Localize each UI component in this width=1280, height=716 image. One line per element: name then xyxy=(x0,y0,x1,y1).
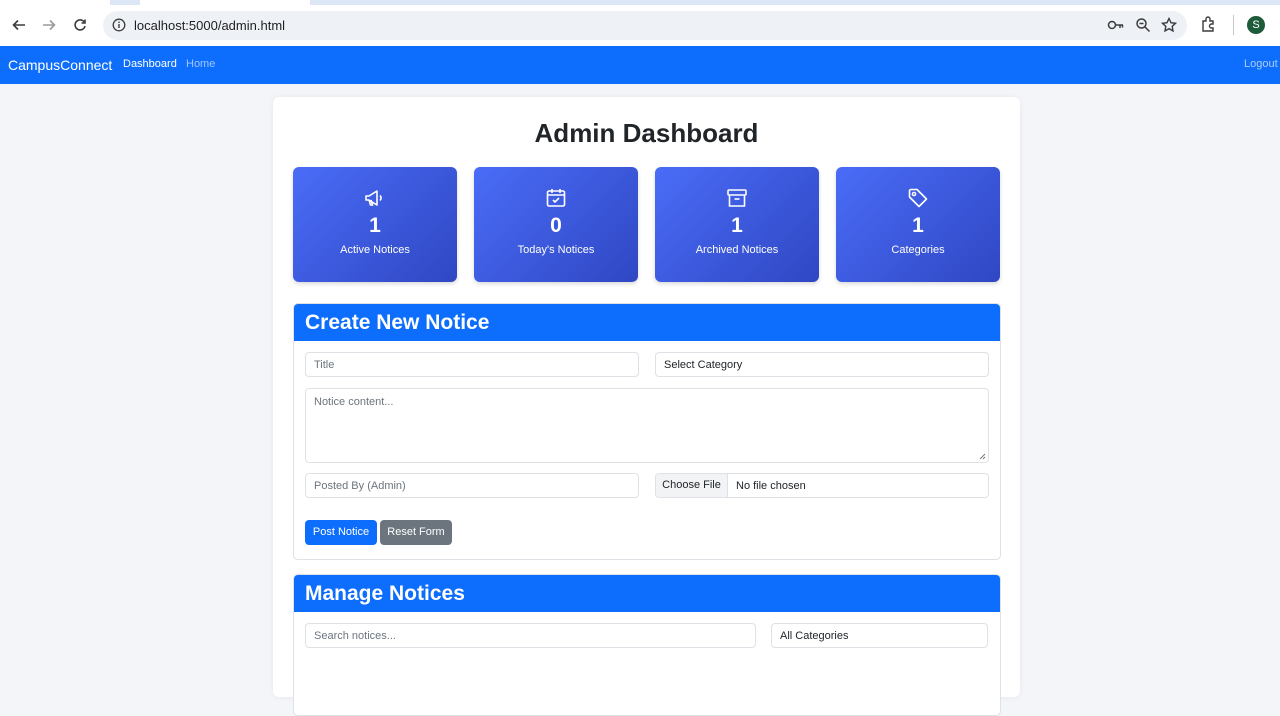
posted-by-placeholder: Posted By (Admin) xyxy=(314,480,406,492)
address-url[interactable]: localhost:5000/admin.html xyxy=(134,18,285,33)
page-title: Admin Dashboard xyxy=(534,118,759,148)
key-icon[interactable] xyxy=(1107,17,1125,33)
create-notice-heading: Create New Notice xyxy=(294,304,1000,341)
category-filter-value: All Categories xyxy=(780,630,849,642)
calendar-check-icon xyxy=(546,189,566,207)
nav-link-dashboard[interactable]: Dashboard xyxy=(123,58,177,70)
browser-toolbar: localhost:5000/admin.html S xyxy=(0,0,1280,46)
stat-value: 1 xyxy=(369,214,381,237)
back-button[interactable] xyxy=(8,14,30,36)
browser-tab[interactable] xyxy=(140,0,310,5)
stat-label: Active Notices xyxy=(340,244,410,256)
arrow-left-icon xyxy=(12,19,25,31)
browser-tab-active[interactable] xyxy=(0,0,110,5)
stat-card-active-notices: 1 Active Notices xyxy=(293,167,457,282)
title-input[interactable]: Title xyxy=(305,352,639,377)
manage-notices-card: Manage Notices Search notices... All Cat… xyxy=(293,574,1001,716)
extensions-icon[interactable] xyxy=(1200,15,1218,33)
create-notice-card: Create New Notice Title Select Category … xyxy=(293,303,1001,560)
manage-notices-heading: Manage Notices xyxy=(294,575,1000,612)
category-filter-select[interactable]: All Categories xyxy=(771,623,988,648)
stat-card-categories: 1 Categories xyxy=(836,167,1000,282)
category-select[interactable]: Select Category xyxy=(655,352,989,377)
title-placeholder: Title xyxy=(314,359,335,371)
profile-avatar[interactable]: S xyxy=(1247,16,1265,34)
file-status: No file chosen xyxy=(736,480,806,492)
forward-button[interactable] xyxy=(38,14,60,36)
brand-logo-text[interactable]: CampusConnect xyxy=(8,57,112,73)
posted-by-input[interactable]: Posted By (Admin) xyxy=(305,473,639,498)
stat-card-todays-notices: 0 Today's Notices xyxy=(474,167,638,282)
notice-content-textarea[interactable]: Notice content... xyxy=(305,388,989,463)
star-icon[interactable] xyxy=(1161,17,1177,33)
reset-form-button[interactable]: Reset Form xyxy=(380,520,452,545)
arrow-right-icon xyxy=(43,19,56,31)
tag-icon xyxy=(908,188,928,208)
post-notice-button[interactable]: Post Notice xyxy=(305,520,377,545)
address-bar[interactable]: localhost:5000/admin.html xyxy=(103,11,1187,40)
search-placeholder: Search notices... xyxy=(314,630,396,642)
choose-file-button[interactable]: Choose File xyxy=(656,474,728,497)
stat-card-archived-notices: 1 Archived Notices xyxy=(655,167,819,282)
tab-strip xyxy=(0,0,1280,5)
resize-handle-icon[interactable] xyxy=(979,453,986,460)
logout-link[interactable]: Logout xyxy=(1244,58,1278,70)
reload-icon xyxy=(74,19,86,31)
stat-value: 0 xyxy=(550,214,562,237)
stat-value: 1 xyxy=(912,214,924,237)
stat-label: Categories xyxy=(891,244,945,256)
reload-button[interactable] xyxy=(69,14,91,36)
file-input[interactable]: Choose File No file chosen xyxy=(655,473,989,498)
site-info-icon[interactable] xyxy=(112,18,126,32)
zoom-icon[interactable] xyxy=(1135,17,1151,33)
category-selected-value: Select Category xyxy=(664,359,743,371)
app-navbar: CampusConnect Dashboard Home Logout xyxy=(0,46,1280,84)
search-notices-input[interactable]: Search notices... xyxy=(305,623,756,648)
stat-label: Today's Notices xyxy=(517,244,595,256)
dashboard-container: Admin Dashboard 1 Active Notices 0 Today… xyxy=(273,97,1020,716)
megaphone-icon xyxy=(365,190,382,206)
stat-label: Archived Notices xyxy=(695,244,779,256)
nav-link-home[interactable]: Home xyxy=(186,58,215,70)
content-placeholder: Notice content... xyxy=(314,396,394,408)
stat-value: 1 xyxy=(731,214,743,237)
toolbar-divider xyxy=(1233,15,1234,35)
archive-icon xyxy=(727,189,747,207)
